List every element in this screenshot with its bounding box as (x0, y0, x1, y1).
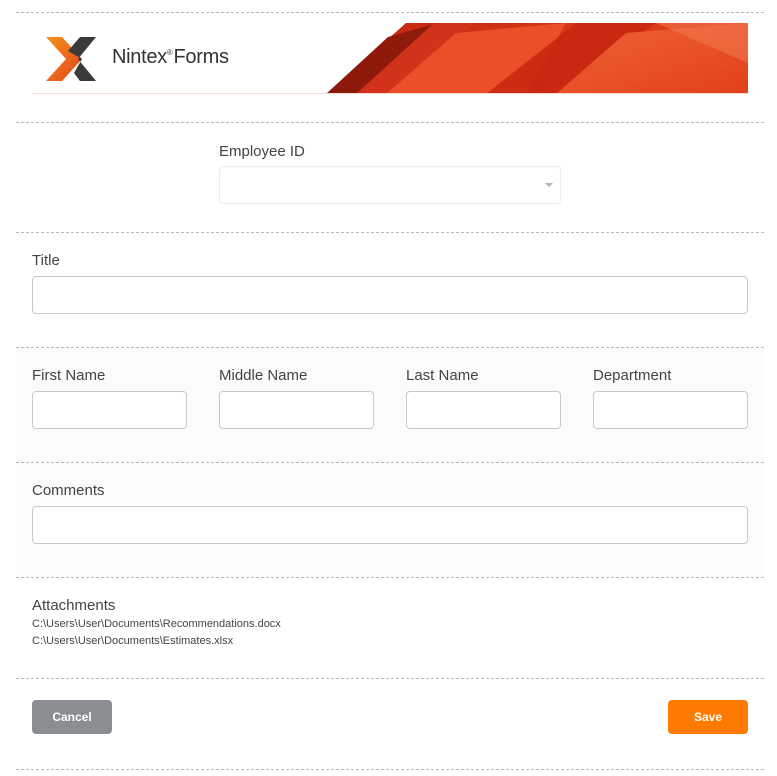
section-divider (16, 769, 764, 770)
section-divider (16, 678, 764, 679)
section-divider (16, 122, 764, 123)
attachment-link[interactable]: C:\Users\User\Documents\Estimates.xlsx (32, 635, 233, 647)
attachments-label: Attachments (32, 597, 116, 614)
employee-id-label: Employee ID (219, 143, 305, 160)
banner-underline (32, 93, 748, 94)
first-name-label: First Name (32, 367, 106, 384)
first-name-input[interactable] (32, 391, 187, 429)
last-name-input[interactable] (406, 391, 561, 429)
banner-decorative-graphic (326, 23, 748, 94)
comments-input[interactable] (32, 506, 748, 544)
save-button[interactable]: Save (668, 700, 748, 734)
title-label: Title (32, 252, 60, 269)
title-input[interactable] (32, 276, 748, 314)
employee-id-dropdown[interactable] (219, 166, 561, 204)
brand-name: Nintex®Forms (112, 46, 229, 69)
middle-name-input[interactable] (219, 391, 374, 429)
section-divider (16, 12, 764, 13)
trademark-mark: ® (166, 48, 173, 57)
department-label: Department (593, 367, 672, 384)
attachment-link[interactable]: C:\Users\User\Documents\Recommendations.… (32, 618, 281, 630)
middle-name-label: Middle Name (219, 367, 308, 384)
section-divider (16, 577, 764, 578)
department-input[interactable] (593, 391, 748, 429)
form-header-banner: Nintex®Forms (32, 23, 748, 94)
nintex-x-logo-icon (46, 37, 96, 81)
chevron-down-icon (545, 183, 553, 187)
section-divider (16, 232, 764, 233)
product-name: Forms (173, 46, 229, 68)
comments-label: Comments (32, 482, 105, 499)
cancel-button[interactable]: Cancel (32, 700, 112, 734)
last-name-label: Last Name (406, 367, 479, 384)
brand-text: Nintex (112, 46, 167, 68)
